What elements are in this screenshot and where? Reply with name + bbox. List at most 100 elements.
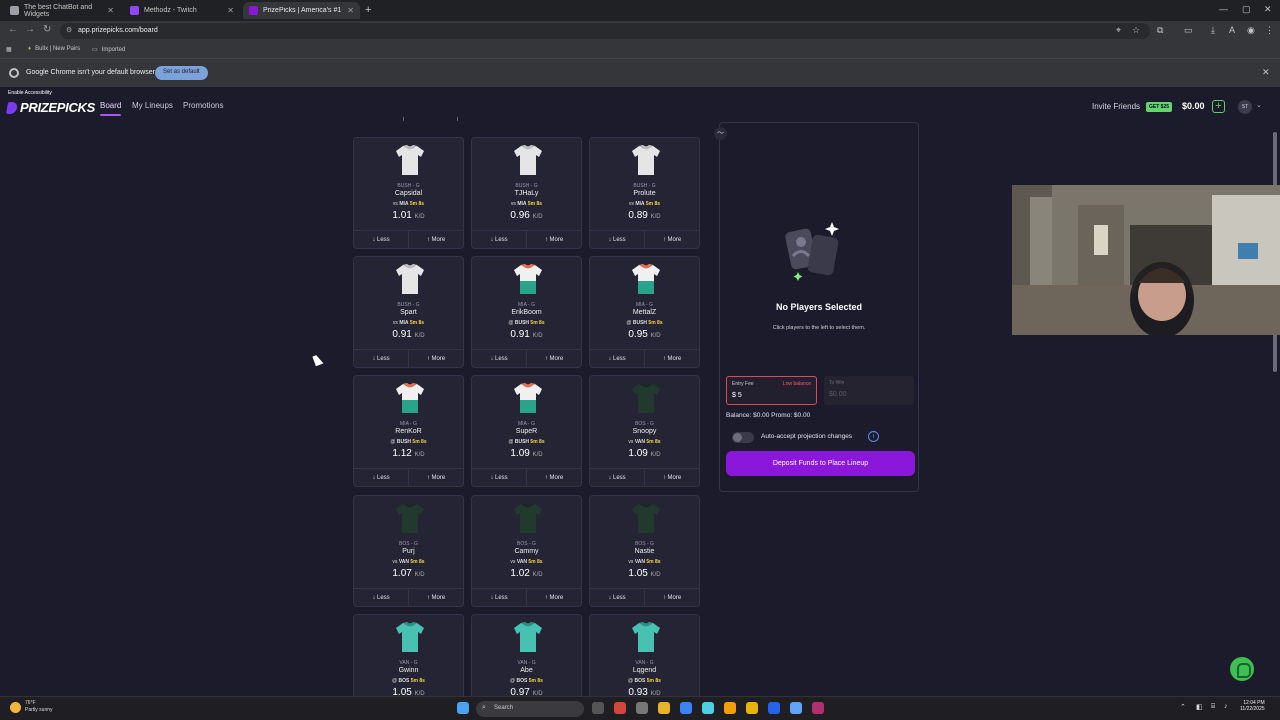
player-card[interactable]: VAN - GLqgend@ BOS 5m 8s0.93 K/D↓ Less↑ …	[589, 614, 700, 696]
more-button[interactable]: ↑ More	[526, 231, 581, 249]
menu-dots-icon[interactable]: ⋮	[1265, 25, 1274, 36]
app-icon[interactable]	[702, 702, 714, 714]
system-clock[interactable]: 12:04 PM 11/22/2025	[1240, 700, 1265, 712]
weather-widget[interactable]: 76°F Partly sunny	[10, 700, 53, 714]
taskbar-search[interactable]: ⌕ Search	[476, 701, 584, 717]
site-info-icon[interactable]: ⚙	[66, 26, 72, 34]
player-card[interactable]: BOS - G Purj vs VAN 5m 8s 1.07 K/D ↓ Less ↑ M…	[353, 495, 464, 607]
add-funds-icon[interactable]: +	[1212, 100, 1225, 113]
tray-chevron-icon[interactable]: ⌃	[1180, 703, 1186, 711]
address-bar[interactable]: ⚙ app.prizepicks.com/board	[60, 23, 1150, 39]
app-icon[interactable]	[614, 702, 626, 714]
set-default-button[interactable]: Set as default	[155, 66, 208, 80]
more-button[interactable]: ↑ More	[526, 589, 581, 607]
browser-tab-active[interactable]: PrizePicks | America's #1 Fantas ✕	[243, 2, 360, 19]
deposit-funds-button[interactable]: Deposit Funds to Place Lineup	[726, 451, 915, 476]
browser-tab[interactable]: The best ChatBot and Widgets ✕	[4, 2, 120, 19]
auto-accept-toggle[interactable]	[732, 432, 754, 443]
nav-board[interactable]: Board	[100, 101, 122, 116]
more-button[interactable]: ↑ More	[408, 469, 463, 487]
tray-app-icon[interactable]: ◧	[1196, 703, 1203, 711]
less-button[interactable]: ↓ Less	[354, 231, 408, 249]
minimize-icon[interactable]: —	[1219, 4, 1228, 14]
entry-fee-field[interactable]: Entry Fee Low balance $ 5	[726, 376, 817, 405]
reload-icon[interactable]: ↻	[43, 24, 51, 35]
prizepicks-logo[interactable]: PRIZEPICKS	[5, 100, 95, 115]
player-card[interactable]: BUSH - G TJHaLy vs MIA 5m 8s 0.96 K/D ↓ Less…	[471, 137, 582, 249]
less-button[interactable]: ↓ Less	[590, 589, 644, 607]
volume-icon[interactable]: ♪	[1224, 703, 1228, 710]
edge-icon[interactable]	[680, 702, 692, 714]
less-button[interactable]: ↓ Less	[590, 350, 644, 368]
player-card[interactable]: BUSH - G Spart vs MIA 5m 8s 0.91 K/D ↓ Less ↑…	[353, 256, 464, 368]
chat-support-icon[interactable]	[1230, 657, 1254, 681]
close-tab-icon[interactable]: ✕	[227, 6, 234, 15]
back-icon[interactable]: ←	[8, 24, 18, 35]
chevron-down-icon[interactable]: ⌄	[1256, 101, 1262, 109]
translate-icon[interactable]: A	[1229, 25, 1235, 35]
less-button[interactable]: ↓ Less	[472, 589, 526, 607]
task-view-icon[interactable]	[592, 702, 604, 714]
sidepanel-icon[interactable]: ▭	[1184, 25, 1193, 36]
profile-icon[interactable]: ◉	[1247, 25, 1255, 36]
player-card[interactable]: BOS - G Cammy vs VAN 5m 8s 1.02 K/D ↓ Less ↑ …	[471, 495, 582, 607]
less-button[interactable]: ↓ Less	[354, 350, 408, 368]
app-icon[interactable]	[636, 702, 648, 714]
forward-icon[interactable]: →	[25, 24, 35, 35]
more-button[interactable]: ↑ More	[644, 469, 699, 487]
less-button[interactable]: ↓ Less	[590, 469, 644, 487]
more-button[interactable]: ↑ More	[526, 350, 581, 368]
close-tab-icon[interactable]: ✕	[347, 6, 354, 15]
less-button[interactable]: ↓ Less	[472, 231, 526, 249]
less-button[interactable]: ↓ Less	[590, 231, 644, 249]
bookmark-item[interactable]: ♦ Bullx | New Pairs	[28, 46, 80, 52]
bookmark-star-icon[interactable]: ☆	[1132, 25, 1140, 36]
app-icon[interactable]	[790, 702, 802, 714]
more-button[interactable]: ↑ More	[644, 350, 699, 368]
download-icon[interactable]: ⤓	[1211, 25, 1215, 36]
app-icon[interactable]	[768, 702, 780, 714]
less-button[interactable]: ↓ Less	[472, 469, 526, 487]
more-button[interactable]: ↑ More	[408, 350, 463, 368]
player-card[interactable]: MIA - G ErikBoom @ BUSH 5m 8s 0.91 K/D ↓ Les…	[471, 256, 582, 368]
player-card[interactable]: BUSH - G Capsidal vs MIA 5m 8s 1.01 K/D ↓ Le…	[353, 137, 464, 249]
extensions-icon[interactable]: ⧉	[1157, 25, 1163, 36]
more-button[interactable]: ↑ More	[644, 231, 699, 249]
less-button[interactable]: ↓ Less	[472, 350, 526, 368]
new-tab-icon[interactable]: +	[365, 4, 371, 16]
player-card[interactable]: MIA - G RenKoR @ BUSH 5m 8s 1.12 K/D ↓ Less ↑…	[353, 375, 464, 487]
browser-tab[interactable]: Methodz - Twitch ✕	[124, 2, 240, 19]
infobar-close-icon[interactable]: ✕	[1262, 67, 1270, 78]
window-close-icon[interactable]: ✕	[1264, 4, 1272, 15]
player-card[interactable]: VAN - GAbe@ BOS 5m 8s0.97 K/D↓ Less↑ Mor…	[471, 614, 582, 696]
less-button[interactable]: ↓ Less	[354, 589, 408, 607]
windows-start-icon[interactable]	[457, 702, 469, 714]
nav-promotions[interactable]: Promotions	[183, 101, 223, 110]
player-card[interactable]: MIA - G MettalZ @ BUSH 5m 8s 0.95 K/D ↓ Less…	[589, 256, 700, 368]
line-movement-icon[interactable]: 〜	[714, 127, 727, 140]
player-card[interactable]: VAN - GGwinn@ BOS 5m 8s1.05 K/D↓ Less↑ M…	[353, 614, 464, 696]
more-button[interactable]: ↑ More	[408, 231, 463, 249]
maximize-icon[interactable]: ▢	[1242, 4, 1251, 15]
player-card[interactable]: BOS - G Nastie vs VAN 5m 8s 1.05 K/D ↓ Less ↑…	[589, 495, 700, 607]
accessibility-link[interactable]: Enable Accessibility	[8, 90, 52, 96]
player-card[interactable]: BUSH - G Prolute vs MIA 5m 8s 0.89 K/D ↓ Les…	[589, 137, 700, 249]
avatar[interactable]: ST	[1238, 100, 1252, 114]
app-icon[interactable]	[724, 702, 736, 714]
obs-icon[interactable]	[812, 702, 824, 714]
less-button[interactable]: ↓ Less	[354, 469, 408, 487]
bookmark-folder[interactable]: ▭ Imported	[92, 46, 125, 54]
invite-friends-link[interactable]: Invite Friends	[1092, 102, 1140, 111]
more-button[interactable]: ↑ More	[644, 589, 699, 607]
player-card[interactable]: MIA - G SupeR @ BUSH 5m 8s 1.09 K/D ↓ Less ↑ …	[471, 375, 582, 487]
network-icon[interactable]: ⌸	[1211, 703, 1215, 711]
more-button[interactable]: ↑ More	[408, 589, 463, 607]
close-tab-icon[interactable]: ✕	[107, 6, 114, 15]
info-icon[interactable]: i	[868, 431, 879, 442]
apps-icon[interactable]: ▦	[6, 46, 12, 53]
more-button[interactable]: ↑ More	[526, 469, 581, 487]
player-card[interactable]: BOS - G Snoopy vs VAN 5m 8s 1.09 K/D ↓ Less ↑…	[589, 375, 700, 487]
nav-my-lineups[interactable]: My Lineups	[132, 101, 173, 110]
location-icon[interactable]: ⌖	[1116, 25, 1121, 36]
chrome-taskbar-icon[interactable]	[658, 702, 670, 714]
